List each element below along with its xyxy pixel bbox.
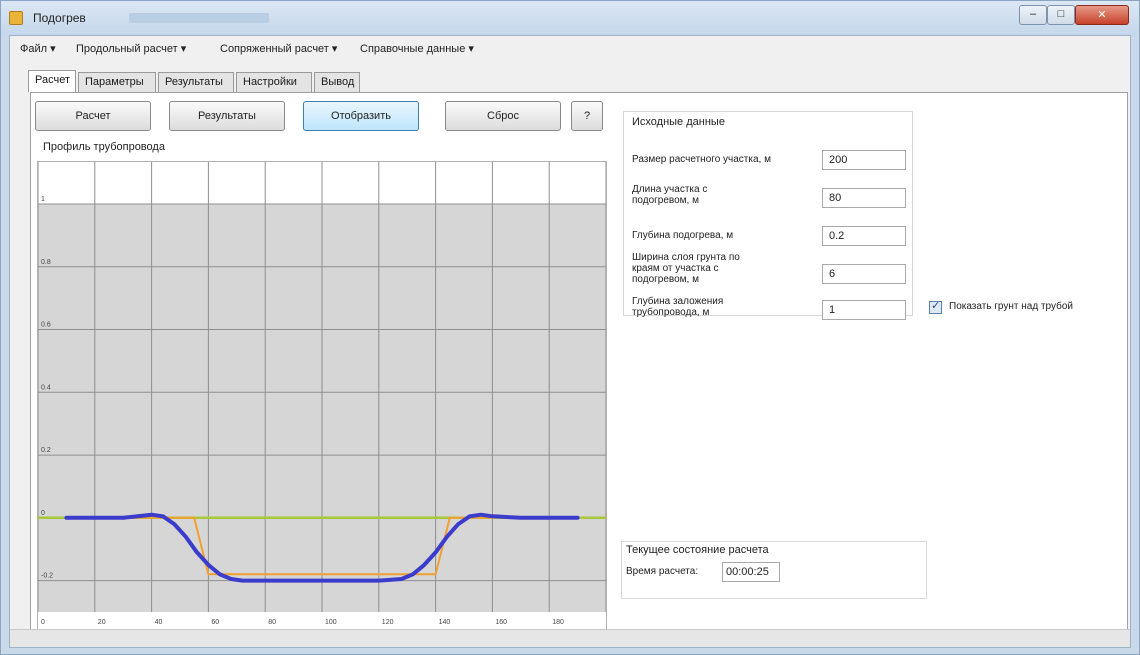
close-icon: ✕: [1097, 9, 1107, 21]
maximize-button[interactable]: □: [1047, 5, 1075, 25]
heated-length-input[interactable]: 80: [822, 188, 906, 208]
app-icon: [9, 11, 23, 25]
calc-state-group: Текущее состояние расчета Время расчета:…: [621, 541, 927, 599]
menu-coupled-calc[interactable]: Сопряженный расчет ▾: [220, 42, 337, 55]
tab-parameters[interactable]: Параметры: [78, 72, 156, 92]
input-data-group: Исходные данные Размер расчетного участк…: [623, 111, 913, 320]
menu-file[interactable]: Файл ▾: [20, 42, 56, 55]
window-title: Подогрев: [33, 11, 86, 25]
x-tick-label: 160: [495, 619, 507, 626]
y-tick-label: -0.2: [41, 573, 53, 580]
results-button[interactable]: Результаты: [169, 101, 285, 131]
y-tick-label: 0.4: [41, 384, 51, 391]
y-tick-label: 1: [41, 196, 45, 203]
y-tick-label: 0.8: [41, 259, 51, 266]
soil-width-input[interactable]: 6: [822, 264, 906, 284]
field-label-heated-length: Длина участка с подогревом, м: [632, 184, 708, 206]
x-tick-label: 20: [98, 619, 106, 626]
x-tick-label: 60: [211, 619, 219, 626]
menu-longitudinal-calc[interactable]: Продольный расчет ▾: [76, 42, 186, 55]
y-tick-label: 0.6: [41, 322, 51, 329]
maximize-icon: □: [1057, 8, 1065, 20]
x-tick-label: 0: [41, 619, 45, 626]
calc-time-label: Время расчета:: [626, 566, 699, 577]
pipeline-profile-chart: 1 0.8 0.6 0.4 0.2 0 -0.2 0 20 40 60 80 100 120 140 160 1…: [37, 161, 607, 633]
field-label-soil-width: Ширина слоя грунта по краям от участка с…: [632, 252, 740, 285]
menu-reference-data[interactable]: Справочные данные ▾: [360, 42, 474, 55]
tab-page-calc: Расчет Результаты Отобразить Сброс ? Про…: [30, 92, 1128, 646]
calc-button[interactable]: Расчет: [35, 101, 151, 131]
tab-settings[interactable]: Настройки: [236, 72, 312, 92]
field-label-pipe-depth: Глубина заложения трубопровода, м: [632, 296, 724, 318]
x-tick-label: 100: [325, 619, 337, 626]
tab-results[interactable]: Результаты: [158, 72, 234, 92]
title-bar[interactable]: Подогрев – □ ✕: [1, 1, 1139, 35]
show-button[interactable]: Отобразить: [303, 101, 419, 131]
reset-button[interactable]: Сброс: [445, 101, 561, 131]
pipe-depth-input[interactable]: 1: [822, 300, 906, 320]
window-title-path: [129, 13, 269, 23]
chart-title: Профиль трубопровода: [43, 141, 165, 153]
field-label-section-size: Размер расчетного участка, м: [632, 154, 771, 165]
calc-time-value: 00:00:25: [722, 562, 780, 582]
x-tick-label: 120: [382, 619, 394, 626]
tab-calc[interactable]: Расчет: [28, 70, 76, 92]
field-label-heating-depth: Глубина подогрева, м: [632, 230, 734, 241]
y-tick-label: 0: [41, 510, 45, 517]
help-button[interactable]: ?: [571, 101, 603, 131]
section-size-input[interactable]: 200: [822, 150, 906, 170]
menu-bar: Файл ▾ Продольный расчет ▾ Сопряженный р…: [10, 36, 1130, 62]
calc-state-title: Текущее состояние расчета: [626, 544, 769, 556]
input-data-title: Исходные данные: [632, 116, 725, 128]
minimize-icon: –: [1029, 8, 1037, 20]
show-soil-label: Показать грунт над трубой: [949, 301, 1073, 312]
status-bar: [10, 629, 1130, 647]
close-button[interactable]: ✕: [1075, 5, 1129, 25]
x-tick-label: 140: [439, 619, 451, 626]
tab-output[interactable]: Вывод: [314, 72, 360, 92]
x-tick-label: 80: [268, 619, 276, 626]
y-tick-label: 0.2: [41, 447, 51, 454]
show-soil-checkbox[interactable]: [929, 299, 942, 314]
heating-depth-input[interactable]: 0.2: [822, 226, 906, 246]
chart-canvas: 1 0.8 0.6 0.4 0.2 0 -0.2 0 20 40 60 80 100 120 140 160 1…: [38, 162, 606, 626]
x-tick-label: 40: [155, 619, 163, 626]
minimize-button[interactable]: –: [1019, 5, 1047, 25]
x-tick-label: 180: [552, 619, 564, 626]
app-window: Подогрев – □ ✕ Файл ▾ Продольный расчет …: [0, 0, 1140, 655]
client-area: Файл ▾ Продольный расчет ▾ Сопряженный р…: [9, 35, 1131, 648]
